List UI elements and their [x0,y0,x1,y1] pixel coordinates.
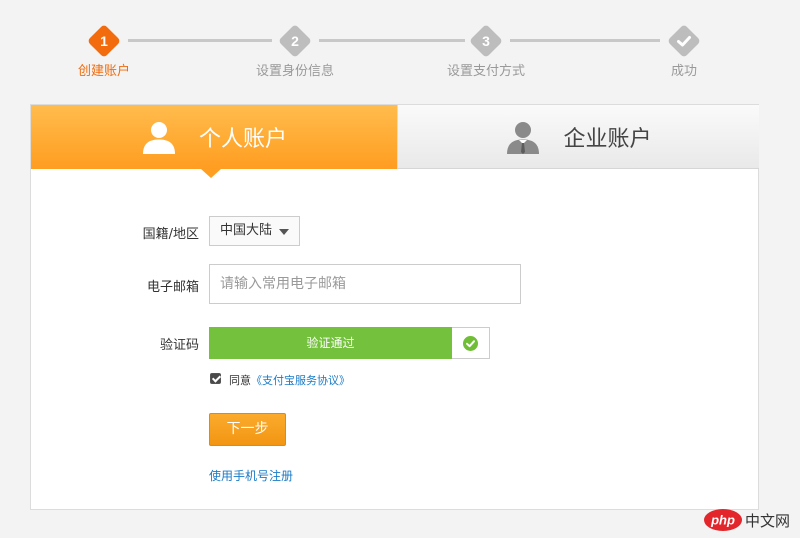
svg-text:php: php [710,513,735,528]
step-3-label: 设置支付方式 [446,64,525,79]
tab-enterprise-label: 企业账户 [563,126,652,152]
php-cn-watermark-logo: php 中文网 [704,509,790,531]
region-value: 中国大陆 [220,223,273,238]
agree-text: 同意《支付宝服务协议》 [229,372,350,388]
region-label: 国籍/地区 [142,227,199,242]
step-1-label: 创建账户 [77,64,130,79]
check-icon [677,36,691,47]
step-2-number: 2 [291,33,299,49]
business-person-icon [507,121,540,154]
svg-text:中文网: 中文网 [745,512,790,530]
step-connector [128,39,272,42]
register-card: 个人账户 企业账户 国籍/地区 中国大陆 电子邮箱 验证码 验证通过 同意《支付… [30,104,759,510]
tab-personal-label: 个人账户 [198,127,287,152]
agree-prefix: 同意 [229,374,251,387]
tab-enterprise-account[interactable]: 企业账户 [397,105,759,169]
email-field[interactable] [209,264,521,304]
phone-register-link[interactable]: 使用手机号注册 [209,467,293,484]
agree-checkbox[interactable] [210,373,221,384]
service-agreement-link[interactable]: 《支付宝服务协议》 [251,374,350,387]
step-4-label: 成功 [670,64,697,79]
active-tab-pointer [201,169,221,178]
step-3-number: 3 [482,33,490,49]
step-connector [510,39,660,42]
captcha-label: 验证码 [159,338,199,353]
step-1-number: 1 [100,33,108,49]
captcha-slider[interactable]: 验证通过 [209,327,452,359]
step-connector [319,39,465,42]
step-2-label: 设置身份信息 [255,64,334,79]
chevron-down-icon [279,229,289,235]
captcha-status-box [452,327,490,359]
person-icon [142,122,175,154]
success-check-icon [463,336,478,351]
registration-steps: 1 创建账户 2 设置身份信息 3 设置支付方式 成功 [0,0,800,95]
next-step-button[interactable]: 下一步 [209,413,286,446]
tab-personal-account[interactable]: 个人账户 [31,105,397,169]
region-select[interactable]: 中国大陆 [209,216,300,246]
email-label: 电子邮箱 [146,280,199,295]
